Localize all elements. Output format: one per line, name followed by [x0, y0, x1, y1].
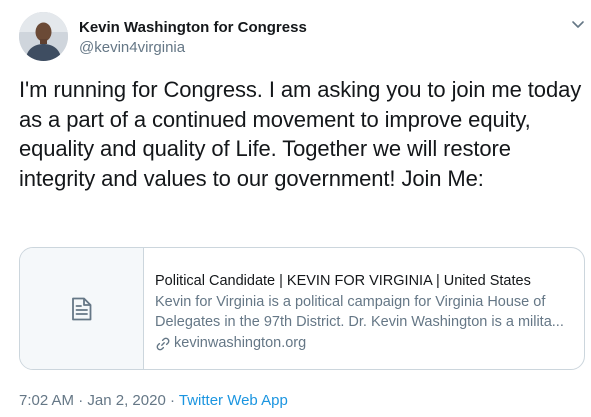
meta-separator: ·: [165, 392, 179, 409]
card-description: Kevin for Virginia is a political campai…: [155, 294, 564, 330]
card-thumbnail: [20, 248, 144, 369]
meta-separator: ·: [74, 392, 88, 409]
tweet-date[interactable]: Jan 2, 2020: [87, 392, 165, 409]
tweet-menu-button[interactable]: [569, 15, 587, 33]
card-domain: kevinwashington.org: [174, 335, 307, 351]
document-icon: [71, 297, 91, 320]
profile-photo: [19, 12, 68, 61]
tweet-source-app[interactable]: Twitter Web App: [179, 392, 288, 409]
avatar[interactable]: [19, 12, 68, 61]
tweet-meta: 7:02 AM · Jan 2, 2020 · Twitter Web App: [19, 392, 288, 409]
chevron-down-icon: [572, 21, 584, 28]
tweet-text: I'm running for Congress. I am asking yo…: [19, 77, 582, 191]
author-handle[interactable]: @kevin4virginia: [79, 39, 185, 56]
card-link[interactable]: kevinwashington.org: [155, 334, 574, 353]
author-name[interactable]: Kevin Washington for Congress: [79, 19, 307, 36]
tweet-time[interactable]: 7:02 AM: [19, 392, 74, 409]
link-card[interactable]: Political Candidate | KEVIN FOR VIRGINIA…: [19, 247, 585, 370]
link-icon: [156, 337, 170, 350]
card-body: Political Candidate | KEVIN FOR VIRGINIA…: [155, 272, 574, 353]
card-title: Political Candidate | KEVIN FOR VIRGINIA…: [155, 273, 531, 289]
